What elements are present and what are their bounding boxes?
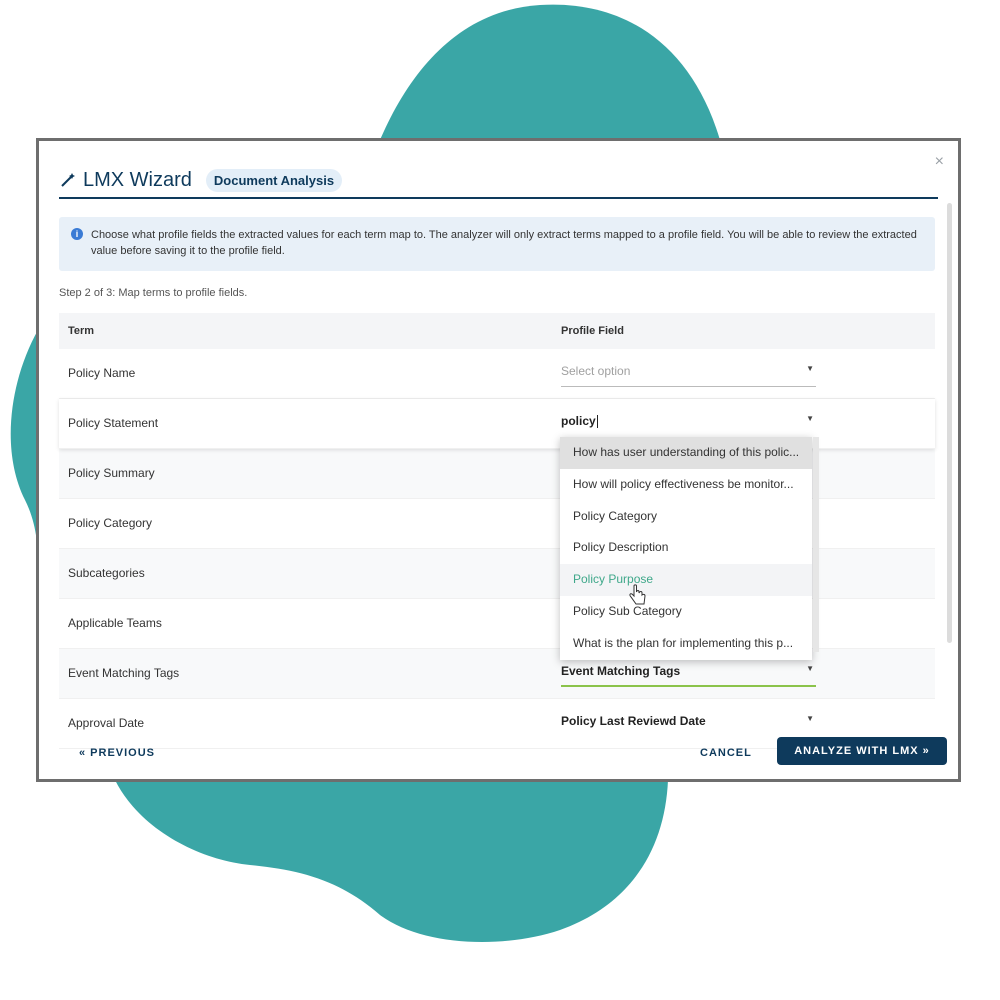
dropdown-option[interactable]: How has user understanding of this polic… bbox=[560, 437, 812, 469]
term-label: Policy Statement bbox=[68, 416, 159, 430]
text-cursor bbox=[596, 415, 598, 429]
profile-field-select[interactable]: Select option ▼ bbox=[561, 359, 816, 387]
table-row: Policy Name Select option ▼ bbox=[59, 349, 935, 399]
magic-wand-icon bbox=[61, 173, 75, 187]
dropdown-option[interactable]: How will policy effectiveness be monitor… bbox=[560, 469, 812, 501]
term-label: Subcategories bbox=[68, 566, 145, 580]
term-label: Policy Category bbox=[68, 516, 153, 530]
info-text: Choose what profile fields the extracted… bbox=[91, 229, 917, 257]
dropdown-option[interactable]: Policy Description bbox=[560, 532, 812, 564]
dialog-header: LMX Wizard Document Analysis bbox=[59, 163, 938, 199]
lmx-wizard-dialog: × LMX Wizard Document Analysis i Choose … bbox=[36, 138, 961, 782]
previous-button[interactable]: « PREVIOUS bbox=[79, 747, 155, 759]
step-indicator: Step 2 of 3: Map terms to profile fields… bbox=[59, 287, 248, 299]
selected-value: Event Matching Tags bbox=[561, 664, 681, 678]
column-header-profile-field: Profile Field bbox=[561, 325, 624, 337]
caret-down-icon[interactable]: ▼ bbox=[806, 714, 814, 723]
search-input-value: policy bbox=[561, 414, 596, 428]
table-header: Term Profile Field bbox=[59, 313, 935, 349]
term-label: Policy Summary bbox=[68, 466, 155, 480]
dropdown-scrollbar[interactable] bbox=[813, 437, 819, 652]
profile-field-select[interactable]: Policy Last Reviewd Date ▼ bbox=[561, 709, 816, 737]
dialog-title: LMX Wizard bbox=[83, 168, 192, 191]
dropdown-option-hovered[interactable]: Policy Purpose bbox=[560, 564, 812, 596]
profile-field-options-dropdown: How has user understanding of this polic… bbox=[560, 437, 819, 660]
term-label: Event Matching Tags bbox=[68, 666, 180, 680]
cancel-button[interactable]: CANCEL bbox=[700, 747, 752, 759]
dropdown-option[interactable]: Policy Category bbox=[560, 501, 812, 533]
caret-down-icon[interactable]: ▼ bbox=[806, 414, 814, 423]
selected-value: Policy Last Reviewd Date bbox=[561, 714, 706, 728]
dropdown-option[interactable]: What is the plan for implementing this p… bbox=[560, 628, 812, 660]
document-analysis-badge: Document Analysis bbox=[205, 168, 343, 192]
info-icon: i bbox=[71, 228, 83, 240]
hand-pointer-cursor-icon bbox=[629, 584, 646, 605]
term-label: Applicable Teams bbox=[68, 616, 162, 630]
dialog-scrollbar[interactable] bbox=[947, 203, 952, 643]
dialog-footer: « PREVIOUS CANCEL ANALYZE WITH LMX » bbox=[39, 735, 958, 775]
caret-down-icon[interactable]: ▼ bbox=[806, 664, 814, 673]
caret-down-icon[interactable]: ▼ bbox=[806, 364, 814, 373]
select-placeholder: Select option bbox=[561, 364, 631, 378]
column-header-term: Term bbox=[68, 325, 95, 337]
term-label: Policy Name bbox=[68, 366, 136, 380]
analyze-with-lmx-button[interactable]: ANALYZE WITH LMX » bbox=[777, 737, 947, 765]
profile-field-search-input[interactable]: policy ▼ bbox=[561, 409, 816, 437]
dropdown-option[interactable]: Policy Sub Category bbox=[560, 596, 812, 628]
info-banner: i Choose what profile fields the extract… bbox=[59, 217, 935, 271]
profile-field-select[interactable]: Event Matching Tags ▼ bbox=[561, 659, 816, 687]
